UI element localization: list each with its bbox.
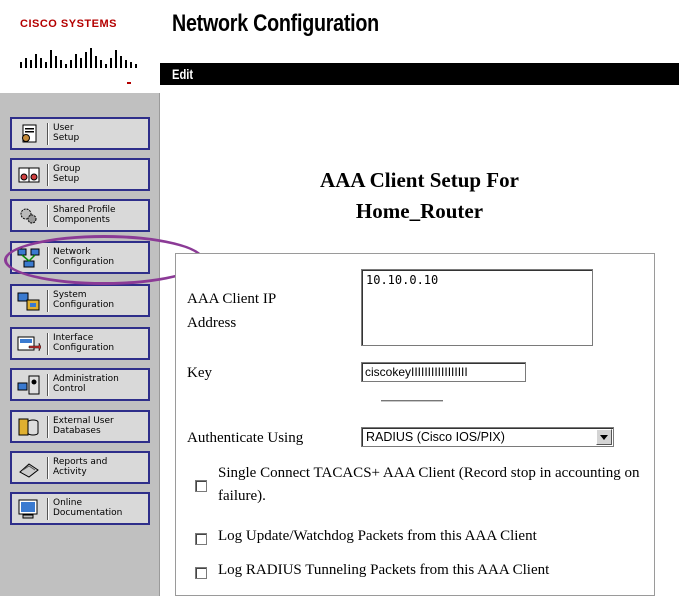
key-label: Key — [187, 365, 212, 381]
nav-interface-configuration-button[interactable]: Interface Configuration — [10, 327, 150, 360]
nav-system-configuration-button[interactable]: System Configuration — [10, 284, 150, 317]
aaa-client-form: AAA Client IP Address 10.10.0.10 Key Aut… — [175, 253, 655, 596]
nav-group-setup-button[interactable]: Group Setup — [10, 158, 150, 191]
nav-divider — [47, 163, 48, 186]
nav-label: External User Databases — [53, 416, 114, 436]
nav-label: Network Configuration — [53, 247, 115, 267]
nav-label: System Configuration — [53, 290, 115, 310]
nav-divider — [47, 289, 48, 312]
system-configuration-icon — [17, 292, 40, 310]
nav-administration-control-button[interactable]: Administration Control — [10, 368, 150, 401]
network-configuration-icon — [17, 248, 40, 267]
nav-label: Group Setup — [53, 164, 81, 184]
nav-user-setup-button[interactable]: User Setup — [10, 117, 150, 150]
nav-shared-profile-button[interactable]: Shared Profile Components — [10, 199, 150, 232]
interface-configuration-icon — [17, 336, 41, 351]
page-title: Network Configuration — [172, 10, 379, 37]
authenticate-using-value: RADIUS (Cisco IOS/PIX) — [366, 430, 505, 444]
nav-label: Interface Configuration — [53, 333, 115, 353]
administration-control-icon — [17, 375, 40, 394]
nav-divider — [47, 415, 48, 438]
log-update-watchdog-label: Log Update/Watchdog Packets from this AA… — [218, 528, 537, 544]
nav-label: Shared Profile Components — [53, 205, 116, 225]
nav-divider — [47, 332, 48, 355]
edit-label: Edit — [172, 66, 194, 82]
ip-address-label: AAA Client IP Address — [187, 291, 276, 331]
nav-label: Online Documentation — [53, 498, 123, 518]
nav-divider — [47, 373, 48, 396]
logo-text: CISCO SYSTEMS — [20, 18, 117, 30]
key-separator — [381, 400, 443, 403]
edit-bar: Edit — [160, 63, 679, 85]
log-update-watchdog-checkbox[interactable] — [195, 533, 207, 545]
nav-divider — [47, 246, 48, 269]
user-setup-icon — [22, 124, 37, 142]
setup-title: AAA Client Setup For Home_Router — [160, 165, 679, 227]
nav-label: Reports and Activity — [53, 457, 108, 477]
reports-activity-icon — [19, 462, 39, 478]
nav-divider — [47, 456, 48, 479]
authenticate-using-label: Authenticate Using — [187, 430, 304, 446]
nav-network-configuration-button[interactable]: Network Configuration — [10, 241, 150, 274]
log-radius-tunneling-checkbox[interactable] — [195, 567, 207, 579]
nav-reports-activity-button[interactable]: Reports and Activity — [10, 451, 150, 484]
nav-label: Administration Control — [53, 374, 119, 394]
authenticate-using-select[interactable]: RADIUS (Cisco IOS/PIX) — [361, 427, 614, 447]
setup-title-line1: AAA Client Setup For — [320, 168, 519, 192]
logo-dot — [127, 82, 131, 84]
log-radius-tunneling-label: Log RADIUS Tunneling Packets from this A… — [218, 562, 550, 578]
cisco-logo: CISCO SYSTEMS — [0, 0, 160, 93]
cisco-bridge-logo-icon — [20, 48, 137, 68]
ip-address-field[interactable]: 10.10.0.10 — [361, 269, 593, 346]
nav-divider — [47, 497, 48, 520]
single-connect-checkbox[interactable] — [195, 480, 207, 492]
nav-divider — [47, 122, 48, 145]
single-connect-label: Single Connect TACACS+ AAA Client (Recor… — [218, 465, 640, 504]
setup-title-line2: Home_Router — [355, 199, 484, 223]
group-setup-icon — [18, 167, 40, 182]
left-navigation: CISCO SYSTEMS User Setup Group Setup Sha… — [0, 0, 160, 596]
nav-online-documentation-button[interactable]: Online Documentation — [10, 492, 150, 525]
nav-label: User Setup — [53, 123, 80, 143]
nav-divider — [47, 204, 48, 227]
nav-external-databases-button[interactable]: External User Databases — [10, 410, 150, 443]
external-databases-icon — [18, 418, 39, 435]
shared-profile-icon — [20, 208, 37, 223]
key-field[interactable] — [361, 362, 526, 382]
dropdown-arrow-icon[interactable] — [596, 429, 612, 445]
online-documentation-icon — [18, 499, 38, 518]
